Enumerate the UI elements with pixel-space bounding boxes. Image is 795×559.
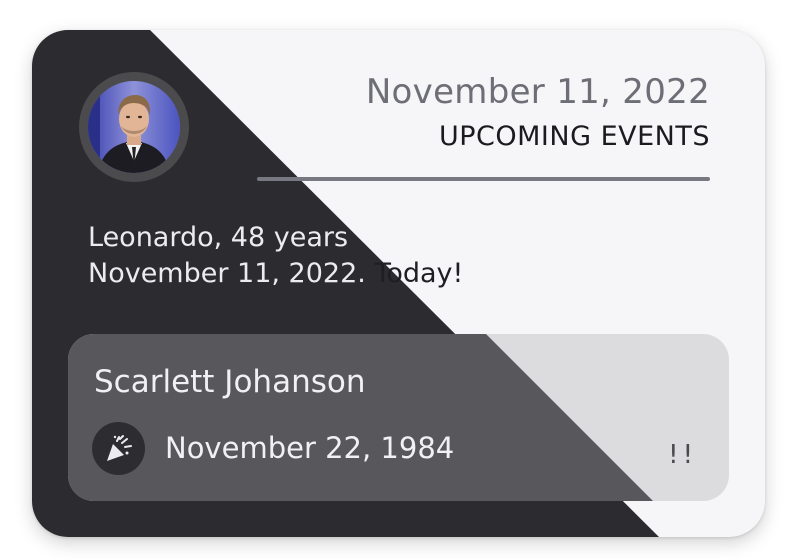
portrait-image (88, 81, 180, 173)
event-priority-marker: !! (668, 440, 697, 470)
widget-stage: November 11, 2022 UPCOMING EVENTS Leonar… (0, 0, 795, 559)
avatar[interactable] (79, 72, 189, 182)
event-card[interactable]: Scarlett Johanson November 22, 1984 !! (68, 334, 729, 501)
event-date: November 22, 1984 (165, 431, 455, 465)
event-person-name: Scarlett Johanson (94, 364, 366, 400)
event-card-background (68, 334, 729, 501)
today-message-line1: Leonardo, 48 years (88, 222, 348, 253)
today-date-text: November 11, 2022. (88, 258, 375, 289)
today-person-age: Leonardo, 48 years (88, 222, 349, 253)
party-popper-icon (92, 422, 145, 475)
today-message-line2: November 11, 2022. Today! (88, 258, 463, 289)
party-popper-glyph (106, 434, 132, 461)
today-label: Today! (374, 258, 464, 289)
header-divider (257, 177, 710, 181)
header-title: UPCOMING EVENTS (438, 121, 710, 152)
header-date: November 11, 2022 (365, 72, 710, 112)
upcoming-events-widget[interactable]: November 11, 2022 UPCOMING EVENTS Leonar… (32, 30, 765, 537)
avatar-photo (88, 81, 180, 173)
